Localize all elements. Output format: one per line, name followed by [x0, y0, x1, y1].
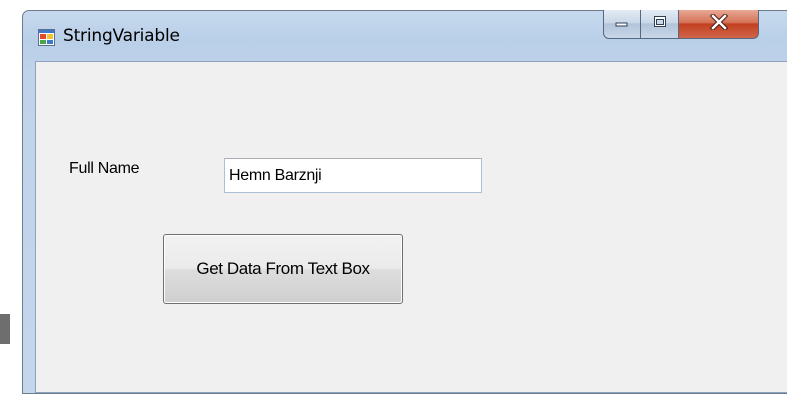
screenshot: StringVariable Full Name Hemn Barznji Ge…: [0, 0, 787, 396]
minimize-icon: [614, 15, 630, 33]
title-bar[interactable]: StringVariable: [23, 10, 787, 57]
winforms-app-icon: [38, 29, 55, 46]
caption-buttons: [603, 10, 759, 40]
close-icon: [709, 12, 729, 35]
app-window: StringVariable Full Name Hemn Barznji Ge…: [22, 10, 787, 394]
maximize-icon: [652, 15, 668, 34]
minimize-button[interactable]: [603, 10, 641, 39]
get-data-button[interactable]: Get Data From Text Box: [163, 234, 403, 304]
maximize-button[interactable]: [641, 10, 679, 39]
background-edge: [0, 314, 10, 344]
window-title: StringVariable: [63, 26, 180, 46]
full-name-label: Full Name: [69, 160, 140, 177]
full-name-input[interactable]: [224, 158, 482, 193]
background-strip: [0, 0, 22, 396]
form-client-area: Full Name Get Data From Text Box: [35, 61, 787, 393]
close-button[interactable]: [679, 10, 759, 39]
